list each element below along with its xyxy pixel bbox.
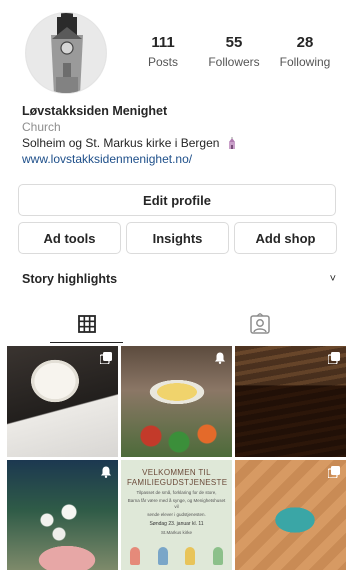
child-figure [213,547,224,565]
tab-tagged[interactable] [173,305,346,343]
edit-profile-button[interactable]: Edit profile [18,184,336,216]
profile-stats: 111 Posts 55 Followers 28 Following [128,34,340,70]
children-illustration [121,547,232,567]
posts-count: 111 [151,34,175,51]
post-thumbnail[interactable] [235,460,346,570]
profile-category: Church [22,120,61,134]
profile-header: 111 Posts 55 Followers 28 Following [0,0,346,100]
profile-bio: Løvstakksiden Menighet Church Solheim og… [22,103,332,167]
child-figure [185,547,196,565]
followers-count: 55 [225,34,243,51]
ad-tools-button[interactable]: Ad tools [18,222,121,254]
posts-stat[interactable]: 111 Posts [128,34,198,70]
church-emoji-icon [228,137,235,149]
followers-label: Followers [208,55,260,69]
poster-date: Søndag 23. januar kl. 11 [149,521,204,527]
tab-posts-grid[interactable] [0,305,173,343]
bio-text-row: Solheim og St. Markus kirke i Bergen [22,135,332,151]
insights-button[interactable]: Insights [126,222,229,254]
grid-icon [77,315,96,333]
multiple-photos-icon [328,466,340,478]
church-tower-image [26,13,106,93]
tagged-person-icon [249,313,270,334]
posts-label: Posts [147,55,178,69]
followers-stat[interactable]: 55 Followers [199,34,269,70]
child-figure [157,547,168,565]
add-shop-button[interactable]: Add shop [234,222,337,254]
notification-bell-icon [215,352,225,364]
profile-avatar[interactable] [25,12,107,94]
poster-place: St.Markus kirke [160,530,192,535]
profile-name: Løvstakksiden Menighet [22,104,168,118]
following-stat[interactable]: 28 Following [270,34,340,70]
post-thumbnail[interactable] [7,460,118,570]
child-figure [129,547,140,565]
bio-text: Solheim og St. Markus kirke i Bergen [22,136,220,150]
poster-text-line: Barna får være med å synge, og Menighets… [127,498,226,509]
following-label: Following [279,55,331,69]
multiple-photos-icon [100,352,112,364]
chevron-down-icon[interactable]: ˅ [330,273,336,285]
poster-text-line: Tilpasset de små, forklaring for de stor… [136,490,217,495]
event-poster: VELKOMMEN TIL FAMILIEGUDSTJENESTE Tilpas… [121,460,232,570]
notification-bell-icon [101,466,111,478]
story-highlights-row[interactable]: Story highlights ˅ [22,270,336,288]
following-count: 28 [296,34,314,51]
post-thumbnail[interactable] [121,346,232,457]
poster-text-line: sende elever i gudstjenesten. [147,512,206,517]
profile-tabs [0,305,346,343]
multiple-photos-icon [328,352,340,364]
story-highlights-label: Story highlights [22,272,118,286]
profile-website-link[interactable]: www.lovstakksidenmenighet.no/ [22,151,332,167]
post-thumbnail[interactable] [235,346,346,457]
poster-title: VELKOMMEN TIL FAMILIEGUDSTJENESTE [127,468,228,487]
post-thumbnail[interactable]: VELKOMMEN TIL FAMILIEGUDSTJENESTE Tilpas… [121,460,232,570]
post-thumbnail[interactable] [7,346,118,457]
posts-grid: VELKOMMEN TIL FAMILIEGUDSTJENESTE Tilpas… [7,346,346,570]
